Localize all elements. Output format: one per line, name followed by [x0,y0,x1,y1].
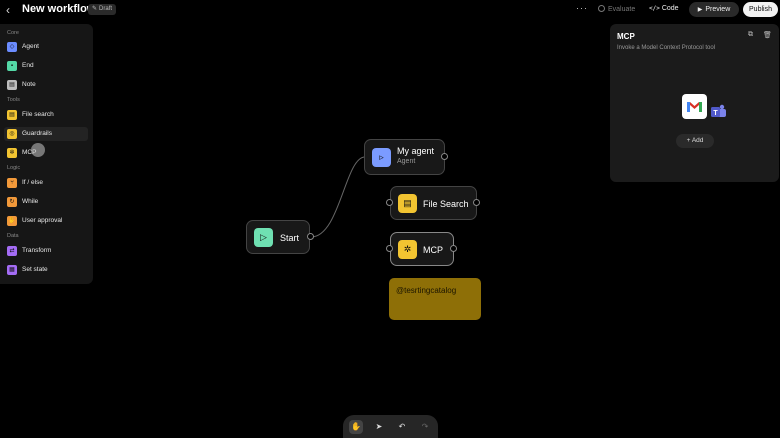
panel-description: Invoke a Model Context Protocol tool [617,45,716,51]
panel-title: MCP [617,32,635,41]
agent-node[interactable]: ▹ My agent Agent [364,139,445,175]
pointer-icon[interactable]: ➤ [372,420,386,434]
file-search-output-port[interactable] [473,199,480,206]
start-output-port[interactable] [307,233,314,240]
add-label: Add [691,137,704,144]
node-label: My agent [397,146,435,156]
gmail-icon[interactable] [682,94,707,119]
node-label: File Search [423,199,469,209]
file-search-input-port[interactable] [386,199,393,206]
play-icon: ▷ [254,228,273,247]
canvas-toolbar: ✋ ➤ ↶ ↷ [343,415,438,438]
start-node[interactable]: ▷ Start [246,220,310,254]
edge-start-to-agent [310,156,366,238]
mcp-output-port[interactable] [450,245,457,252]
node-label: MCP [423,245,443,255]
add-tool-button[interactable]: + Add [676,134,714,148]
file-search-icon: ▤ [398,194,417,213]
hand-icon[interactable]: ✋ [349,420,363,434]
mcp-node[interactable]: ✲ MCP [390,232,454,266]
agent-icon: ▹ [372,148,391,167]
mcp-input-port[interactable] [386,245,393,252]
redo-icon[interactable]: ↷ [418,420,432,434]
undo-icon[interactable]: ↶ [395,420,409,434]
file-search-node[interactable]: ▤ File Search [390,186,477,220]
svg-text:T: T [713,110,718,117]
agent-output-port[interactable] [441,153,448,160]
copy-icon[interactable]: ⧉ [748,31,753,39]
node-sublabel: Agent [397,158,416,165]
teams-icon[interactable]: T [710,104,726,119]
note-node[interactable]: @tesrtingcatalog [389,278,481,320]
mcp-icon: ✲ [398,240,417,259]
note-text[interactable]: @tesrtingcatalog [396,286,456,295]
node-label: Start [280,233,300,243]
properties-panel: MCP Invoke a Model Context Protocol tool… [610,24,779,182]
trash-icon[interactable]: 🗑 [763,31,772,39]
